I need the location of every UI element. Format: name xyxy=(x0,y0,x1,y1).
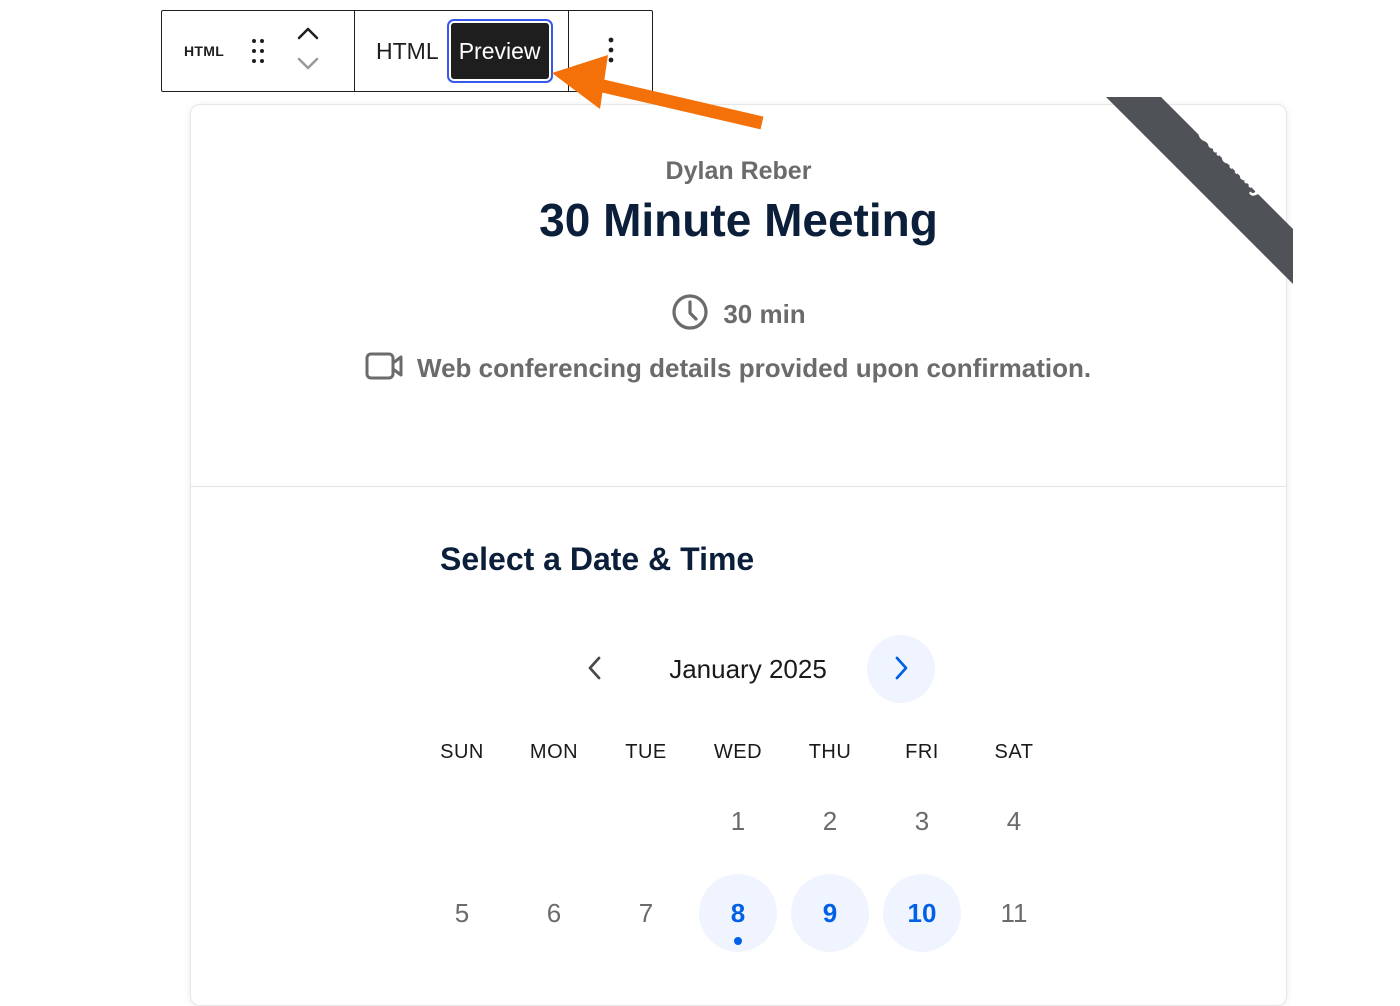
current-month-label: January 2025 xyxy=(669,653,827,684)
weekday-label: SAT xyxy=(994,741,1034,763)
calendar-empty-cell xyxy=(416,775,508,867)
clock-icon xyxy=(671,293,709,336)
calendly-badge[interactable]: POWERED BY Calendly xyxy=(1106,97,1293,284)
drag-handle-icon[interactable] xyxy=(250,36,266,66)
calendar-heading: Select a Date & Time xyxy=(440,541,755,577)
calendar-day[interactable]: 9 xyxy=(784,867,876,959)
calendar-day[interactable]: 8 xyxy=(692,867,784,959)
calendar-day: 5 xyxy=(416,867,508,959)
next-month-button[interactable] xyxy=(867,635,935,703)
calendar-day: 2 xyxy=(784,775,876,867)
calendar-day-button[interactable]: 9 xyxy=(791,874,869,952)
calendar-day: 7 xyxy=(600,867,692,959)
weekday-header: SUN MON TUE WED THU FRI SAT xyxy=(416,741,1060,764)
weekday-label: WED xyxy=(713,741,763,763)
calendar-day-number: 3 xyxy=(914,805,930,836)
calendar-day-button[interactable]: 10 xyxy=(883,874,961,952)
event-conferencing: Web conferencing details provided upon c… xyxy=(365,351,1091,386)
calendar-day[interactable]: 10 xyxy=(876,867,968,959)
month-navigation: January 2025 xyxy=(561,635,935,703)
calendar-day: 1 xyxy=(692,775,784,867)
calendar-day: 11 xyxy=(968,867,1060,959)
move-up-icon[interactable] xyxy=(297,26,319,45)
chevron-left-icon xyxy=(586,655,604,684)
weekday-label: MON xyxy=(529,741,579,763)
arrow-icon xyxy=(552,55,764,130)
weekday-label: FRI xyxy=(905,741,939,763)
calendar-empty-cell xyxy=(508,775,600,867)
move-down-icon[interactable] xyxy=(297,57,319,76)
calendar-day: 3 xyxy=(876,775,968,867)
conferencing-text: Web conferencing details provided upon c… xyxy=(417,353,1092,383)
calendar-day: 4 xyxy=(968,775,1060,867)
calendar-day-number: 4 xyxy=(1006,805,1022,836)
calendar-day-number: 11 xyxy=(1000,897,1028,928)
duration-text: 30 min xyxy=(723,299,806,329)
calendar-day: 6 xyxy=(508,867,600,959)
calendar-empty-cell xyxy=(600,775,692,867)
calendar-day-number: 1 xyxy=(730,805,746,836)
video-camera-icon xyxy=(365,351,403,386)
weekday-label: TUE xyxy=(625,741,667,763)
preview-mode-button[interactable]: Preview xyxy=(450,23,549,79)
block-type-label[interactable]: HTML xyxy=(184,43,224,59)
event-duration: 30 min xyxy=(191,293,1286,336)
block-toolbar-group-mode: HTML Preview xyxy=(355,11,569,91)
weekday-label: THU xyxy=(808,741,852,763)
html-mode-button[interactable]: HTML xyxy=(376,23,451,79)
calendar-day-number: 7 xyxy=(638,897,654,928)
today-indicator-dot xyxy=(734,937,742,945)
calendar-days-grid: 1 2 3 4 5 6 7 8 9 10 11 xyxy=(416,775,1060,959)
calendar-day-number: 5 xyxy=(454,897,470,928)
block-movers xyxy=(296,24,320,78)
calendar-day-number: 2 xyxy=(822,805,838,836)
chevron-right-icon xyxy=(892,655,910,684)
calendar-day-number: 6 xyxy=(546,897,562,928)
previous-month-button[interactable] xyxy=(561,635,629,703)
weekday-label: SUN xyxy=(440,741,484,763)
block-toolbar-group-block: HTML xyxy=(162,11,355,91)
